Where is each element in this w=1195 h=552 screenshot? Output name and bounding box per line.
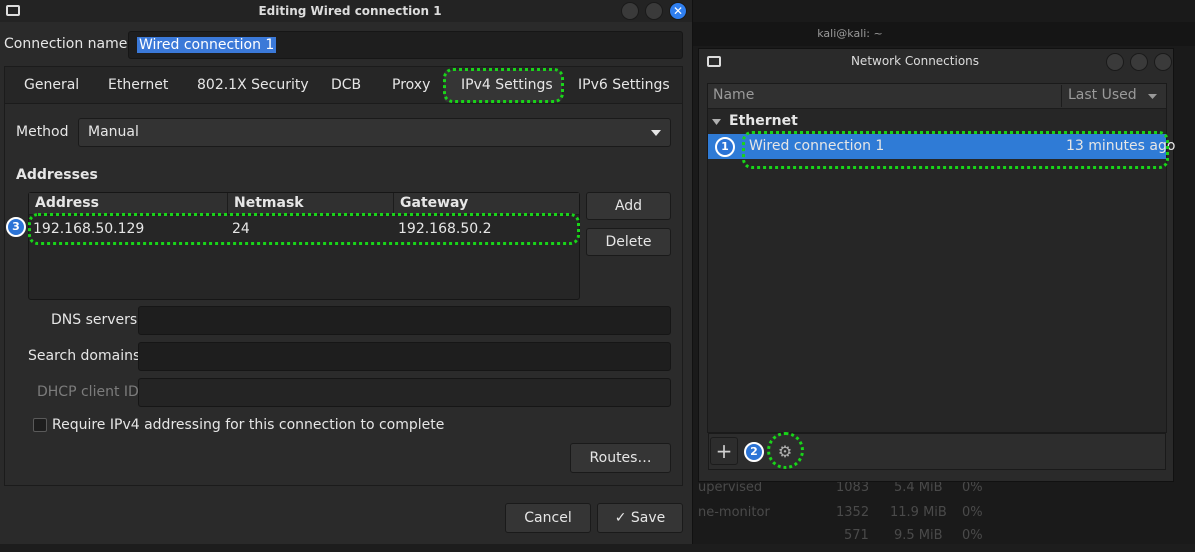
step-badge-1: 1 — [715, 137, 735, 157]
process-row: upervised 1083 5.4 MiB 0% — [698, 480, 983, 495]
method-label: Method — [16, 124, 69, 140]
save-button[interactable]: ✓ Save — [597, 503, 683, 533]
add-button[interactable]: Add — [586, 192, 671, 220]
tab-ipv6-settings[interactable]: IPv6 Settings — [578, 77, 670, 93]
add-connection-icon[interactable]: + — [710, 437, 738, 465]
chevron-down-icon — [651, 130, 661, 136]
dialog-title: Editing Wired connection 1 — [258, 4, 442, 18]
window-title: Network Connections — [850, 54, 980, 68]
tab-ethernet[interactable]: Ethernet — [108, 77, 168, 93]
close-icon[interactable]: ✕ — [669, 2, 687, 20]
routes-button[interactable]: Routes… — [570, 443, 671, 473]
save-label: Save — [630, 510, 666, 526]
connection-name-label: Connection name — [4, 36, 128, 52]
step-badge-3: 3 — [6, 217, 26, 237]
connection-name-field[interactable]: Wired connection 1 — [128, 31, 683, 59]
column-last-used[interactable]: Last Used — [1068, 87, 1137, 103]
column-divider — [1061, 85, 1062, 107]
app-icon — [6, 5, 20, 16]
highlight-connection-row — [742, 131, 1169, 169]
tab-proxy[interactable]: Proxy — [392, 77, 430, 93]
close-button[interactable] — [1154, 53, 1172, 71]
terminal-titlebar — [692, 22, 1195, 46]
column-gateway[interactable]: Gateway — [400, 195, 468, 211]
step-badge-2: 2 — [744, 442, 764, 462]
highlight-address-row — [28, 213, 580, 245]
cancel-button[interactable]: Cancel — [505, 503, 591, 533]
tab-dcb[interactable]: DCB — [331, 77, 361, 93]
highlight-gear-icon — [767, 432, 804, 469]
expander-down-icon[interactable] — [712, 119, 721, 125]
delete-button[interactable]: Delete — [586, 228, 671, 256]
require-ipv4-checkbox[interactable] — [33, 418, 47, 432]
dhcp-client-id-label: DHCP client ID — [37, 384, 139, 400]
column-address[interactable]: Address — [35, 195, 99, 211]
column-divider — [227, 193, 228, 214]
dns-servers-label: DNS servers — [51, 312, 138, 328]
method-dropdown[interactable]: Manual — [78, 118, 671, 147]
addresses-table-header — [29, 193, 579, 215]
group-ethernet: Ethernet — [729, 113, 798, 129]
require-ipv4-label[interactable]: Require IPv4 addressing for this connect… — [52, 417, 444, 433]
maximize-button[interactable] — [1130, 53, 1148, 71]
dhcp-client-id-input — [138, 378, 671, 407]
terminal-title: kali@kali: ~ — [817, 27, 883, 40]
addresses-heading: Addresses — [16, 167, 98, 183]
tab-8021x-security[interactable]: 802.1X Security — [197, 77, 309, 93]
search-domains-label: Search domains — [28, 348, 141, 364]
column-divider — [393, 193, 394, 214]
app-icon — [707, 56, 721, 67]
process-row: 571 9.5 MiB 0% — [844, 528, 983, 543]
maximize-button[interactable] — [645, 2, 663, 20]
minimize-button[interactable] — [621, 2, 639, 20]
highlight-ipv4-tab — [443, 68, 564, 103]
sort-down-icon — [1148, 94, 1157, 99]
method-value: Manual — [88, 124, 139, 140]
checkmark-icon: ✓ — [614, 510, 627, 526]
minimize-button[interactable] — [1106, 53, 1124, 71]
search-domains-input[interactable] — [138, 342, 671, 371]
process-row: ne-monitor 1352 11.9 MiB 0% — [698, 505, 983, 520]
column-name[interactable]: Name — [713, 87, 754, 103]
dns-servers-input[interactable] — [138, 306, 671, 335]
column-netmask[interactable]: Netmask — [234, 195, 304, 211]
tab-general[interactable]: General — [24, 77, 79, 93]
